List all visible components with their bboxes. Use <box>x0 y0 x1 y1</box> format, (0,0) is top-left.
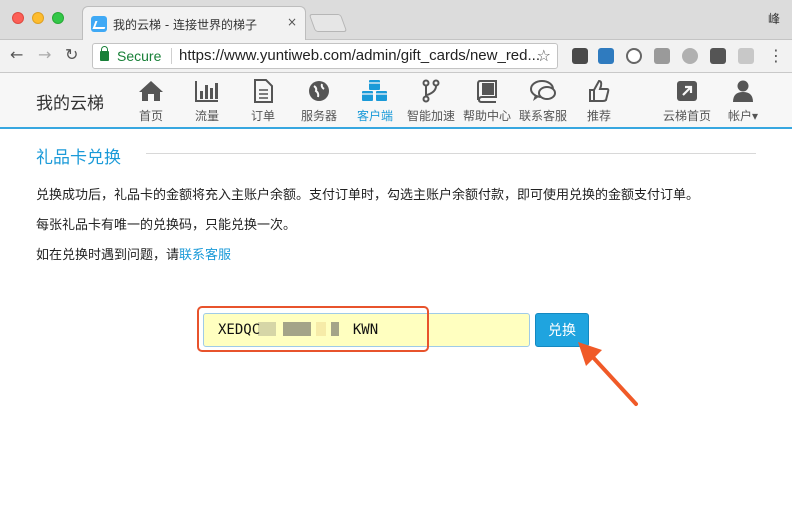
highlight-annotation <box>197 306 429 352</box>
s-extension-icon[interactable] <box>598 48 614 64</box>
info-icon[interactable] <box>626 48 642 64</box>
nav-label: 云梯首页 <box>662 109 711 123</box>
profile-name[interactable]: 峰 <box>768 10 780 27</box>
document-icon <box>254 79 273 103</box>
tab-close-button[interactable]: × <box>287 15 297 29</box>
forward-button[interactable]: → <box>38 45 51 64</box>
book-icon <box>477 80 497 103</box>
bar-chart-icon <box>195 81 218 102</box>
url-text[interactable]: https://www.yuntiweb.com/admin/gift_card… <box>179 47 540 64</box>
nav-label: 首页 <box>138 109 163 123</box>
minimize-window-button[interactable] <box>32 12 44 24</box>
browser-tab-bar: 我的云梯 - 连接世界的梯子 × 峰 <box>0 0 792 40</box>
nav-item-traffic[interactable]: 流量 <box>179 79 235 124</box>
info-paragraph-2: 每张礼品卡有唯一的兑换码，只能兑换一次。 <box>36 218 297 233</box>
extension-icon[interactable] <box>738 48 754 64</box>
nav-label: 联系客服 <box>518 109 567 123</box>
back-button[interactable]: ← <box>10 45 23 64</box>
contact-support-link[interactable]: 联系客服 <box>179 248 231 263</box>
nav-item-help-center[interactable]: 帮助中心 <box>459 79 515 124</box>
nav-label: 客户端 <box>356 109 393 123</box>
tab-title: 我的云梯 - 连接世界的梯子 <box>113 18 257 32</box>
close-window-button[interactable] <box>12 12 24 24</box>
page-title: 礼品卡兑换 <box>36 148 121 168</box>
secure-label: Secure <box>117 48 162 64</box>
globe-icon <box>309 81 329 101</box>
cubes-icon <box>362 80 387 101</box>
nav-label: 帮助中心 <box>462 109 511 123</box>
account-label: 帐户 <box>727 109 752 123</box>
nav-item-smart-acceleration[interactable]: 智能加速 <box>403 79 459 124</box>
chat-icon <box>530 80 556 101</box>
site-header: 我的云梯 首页 流量 订单 服务器 客户端 智能加速 帮助中心 联系客服 推荐 … <box>0 73 792 129</box>
reload-button[interactable]: ↻ <box>65 45 78 64</box>
bookmark-star-icon[interactable]: ☆ <box>537 46 551 65</box>
nav-label: 帐户▾ <box>715 107 771 124</box>
chat-extension-icon[interactable] <box>682 48 698 64</box>
nav-item-account[interactable]: 帐户▾ <box>715 79 771 124</box>
info-paragraph-1: 兑换成功后，礼品卡的金额将充入主账户余额。支付订单时，勾选主账户余额付款，即可使… <box>36 188 700 203</box>
home-icon <box>139 81 163 101</box>
nav-item-orders[interactable]: 订单 <box>235 79 291 124</box>
title-divider <box>146 153 756 154</box>
dropbox-icon[interactable] <box>654 48 670 64</box>
browser-tab[interactable]: 我的云梯 - 连接世界的梯子 × <box>82 6 306 40</box>
site-favicon-icon <box>91 16 107 32</box>
nav-label: 订单 <box>250 109 275 123</box>
arrow-annotation-icon <box>578 342 638 406</box>
nav-label: 智能加速 <box>406 109 455 123</box>
mail-check-icon[interactable] <box>710 48 726 64</box>
chevron-down-icon: ▾ <box>751 109 759 123</box>
nav-item-clients[interactable]: 客户端 <box>347 79 403 124</box>
new-tab-button[interactable] <box>308 14 348 32</box>
browser-menu-icon[interactable]: ⋮ <box>768 46 784 65</box>
external-link-icon <box>677 81 697 101</box>
evernote-icon[interactable] <box>572 48 588 64</box>
help-text: 如在兑换时遇到问题，请 <box>36 248 180 263</box>
nav-item-recommend[interactable]: 推荐 <box>571 79 627 124</box>
nav-label: 服务器 <box>300 109 337 123</box>
user-icon <box>733 80 753 102</box>
nav-item-home[interactable]: 首页 <box>123 79 179 124</box>
maximize-window-button[interactable] <box>52 12 64 24</box>
info-paragraph-3: 如在兑换时遇到问题，请联系客服 <box>36 244 231 263</box>
nav-item-yunti-home[interactable]: 云梯首页 <box>659 79 715 124</box>
lock-icon <box>100 46 109 61</box>
site-logo[interactable]: 我的云梯 <box>36 89 104 114</box>
browser-toolbar: ← → ↻ Secure https://www.yuntiweb.com/ad… <box>0 40 792 73</box>
nav-item-contact-support[interactable]: 联系客服 <box>515 79 571 124</box>
address-bar[interactable]: Secure https://www.yuntiweb.com/admin/gi… <box>92 43 558 69</box>
thumbs-up-icon <box>589 79 610 102</box>
address-bar-divider <box>171 48 172 64</box>
nav-label: 推荐 <box>586 109 611 123</box>
nav-item-servers[interactable]: 服务器 <box>291 79 347 124</box>
branch-icon <box>422 79 440 103</box>
nav-label: 流量 <box>194 109 219 123</box>
